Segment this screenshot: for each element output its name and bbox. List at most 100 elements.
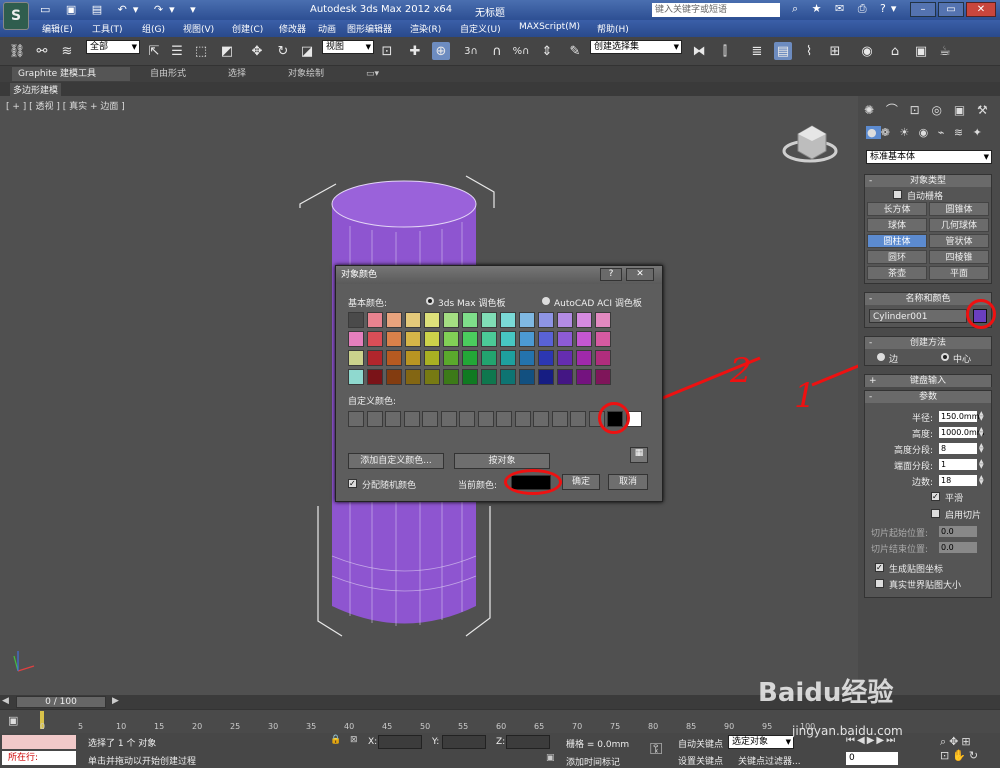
color-swatch[interactable] xyxy=(557,350,573,366)
menu-animation[interactable]: 动画 xyxy=(318,22,336,35)
tab-freeform[interactable]: 自由形式 xyxy=(144,67,192,81)
keyboard-shortcut-icon[interactable]: ⊕ xyxy=(432,42,450,60)
color-swatch[interactable] xyxy=(443,331,459,347)
add-custom-color-button[interactable]: 添加自定义颜色... xyxy=(348,453,444,469)
angle-snap-icon[interactable]: ∩ xyxy=(488,42,506,60)
schematic-view-icon[interactable]: ⊞ xyxy=(826,42,844,60)
color-swatch[interactable] xyxy=(500,369,516,385)
pyramid-button[interactable]: 四棱锥 xyxy=(929,250,989,264)
rendered-frame-icon[interactable]: ▣ xyxy=(912,42,930,60)
render-setup-icon[interactable]: ⌂ xyxy=(886,42,904,60)
teapot-button[interactable]: 茶壶 xyxy=(867,266,927,280)
height-input[interactable]: 1000.0mm xyxy=(939,427,985,438)
menu-maxscript[interactable]: MAXScript(M) xyxy=(519,22,580,32)
color-swatch[interactable] xyxy=(405,331,421,347)
set-key-button[interactable]: 设置关键点 xyxy=(678,754,723,767)
time-prev-icon[interactable]: ◀ xyxy=(2,696,9,706)
infocenter-icons[interactable]: ⌕ ★ ✉ ⎙ ?▾ xyxy=(792,2,901,16)
app-logo-icon[interactable]: S xyxy=(3,2,29,30)
basic-color-grid[interactable] xyxy=(348,312,648,388)
pivot-center-icon[interactable]: ⊡ xyxy=(378,42,396,60)
parameters-header[interactable]: - 参数 xyxy=(865,391,991,403)
radius-input[interactable]: 150.0mm xyxy=(939,411,980,422)
menu-rendering[interactable]: 渲染(R) xyxy=(410,22,441,35)
color-swatch[interactable] xyxy=(481,369,497,385)
object-name-input[interactable]: Cylinder001 xyxy=(869,309,967,323)
minimize-button[interactable]: – xyxy=(910,2,936,17)
keyboard-entry-header[interactable]: + 键盘输入 xyxy=(865,375,991,387)
sides-input[interactable]: 18 xyxy=(939,475,977,486)
radius-spinner[interactable]: ▲ ▼ xyxy=(979,411,985,422)
custom-color-swatch[interactable] xyxy=(514,411,531,427)
color-swatch[interactable] xyxy=(386,331,402,347)
smooth-checkbox[interactable]: ✓ xyxy=(931,492,940,501)
curve-editor-icon[interactable]: ⌇ xyxy=(800,42,818,60)
search-input[interactable]: 键入关键字或短语 xyxy=(652,3,780,17)
time-next-icon[interactable]: ▶ xyxy=(112,696,119,706)
custom-color-swatch[interactable] xyxy=(496,411,512,427)
custom-color-swatch[interactable] xyxy=(348,411,364,427)
render-production-icon[interactable]: ☕ xyxy=(936,42,954,60)
custom-color-swatch[interactable] xyxy=(366,411,383,427)
color-swatch[interactable] xyxy=(519,312,535,328)
sides-spinner[interactable]: ▲ ▼ xyxy=(979,475,985,486)
select-by-name-icon[interactable]: ☰ xyxy=(168,42,186,60)
color-picker-icon[interactable]: ▦ xyxy=(630,447,648,463)
y-coord-input[interactable] xyxy=(442,735,486,749)
color-swatch[interactable] xyxy=(443,312,459,328)
spinner-snap-icon[interactable]: ⇕ xyxy=(538,42,556,60)
gen-mapping-checkbox[interactable]: ✓ xyxy=(875,563,884,572)
maxscript-listener[interactable] xyxy=(2,735,76,749)
menu-views[interactable]: 视图(V) xyxy=(183,22,214,35)
object-type-header[interactable]: - 对象类型 xyxy=(865,175,991,187)
unlink-icon[interactable]: ⚯ xyxy=(33,42,51,60)
color-swatch[interactable] xyxy=(538,331,554,347)
acad-palette-radio[interactable] xyxy=(542,297,550,305)
maxscript-line[interactable]: 所在行: xyxy=(2,751,76,765)
slice-from-input[interactable]: 0.0 xyxy=(939,526,977,537)
color-swatch[interactable] xyxy=(405,350,421,366)
custom-color-swatch[interactable] xyxy=(533,411,549,427)
menu-tools[interactable]: 工具(T) xyxy=(92,22,123,35)
custom-color-swatch[interactable] xyxy=(422,411,438,427)
color-swatch[interactable] xyxy=(424,312,440,328)
color-swatch[interactable] xyxy=(348,369,364,385)
color-swatch[interactable] xyxy=(538,312,554,328)
add-time-tag[interactable]: 添加时间标记 xyxy=(566,755,620,768)
key-icon[interactable]: ⚿ xyxy=(650,739,662,759)
color-swatch[interactable] xyxy=(557,369,573,385)
mirror-icon[interactable]: ⧓ xyxy=(690,42,708,60)
tab-object-paint[interactable]: 对象绘制 xyxy=(282,67,330,81)
color-swatch[interactable] xyxy=(519,350,535,366)
dialog-help-button[interactable]: ? xyxy=(600,268,622,281)
by-object-button[interactable]: 按对象 xyxy=(454,453,550,469)
auto-key-button[interactable]: 自动关键点 xyxy=(678,737,723,750)
custom-color-swatch[interactable] xyxy=(477,411,494,427)
color-swatch[interactable] xyxy=(576,369,592,385)
color-swatch[interactable] xyxy=(462,331,478,347)
autogrid-checkbox[interactable] xyxy=(893,190,902,199)
color-swatch[interactable] xyxy=(443,369,459,385)
color-swatch[interactable] xyxy=(481,331,497,347)
quick-access-icons[interactable]: ▭ ▣ ▤ ↶▾ ↷▾ ▾ xyxy=(40,3,202,16)
category-dropdown[interactable]: 标准基本体 xyxy=(866,150,992,164)
time-slider-thumb[interactable]: 0 / 100 xyxy=(16,696,106,708)
color-swatch[interactable] xyxy=(367,312,383,328)
color-swatch[interactable] xyxy=(367,350,383,366)
color-swatch[interactable] xyxy=(405,369,421,385)
max-palette-radio[interactable] xyxy=(426,297,434,305)
custom-color-swatch[interactable] xyxy=(385,411,401,427)
cap-segments-spinner[interactable]: ▲ ▼ xyxy=(979,459,985,470)
tab-graphite[interactable]: Graphite 建模工具 xyxy=(12,67,130,81)
menu-help[interactable]: 帮助(H) xyxy=(597,22,629,35)
ribbon-subtab-poly-modeling[interactable]: 多边形建模 xyxy=(10,83,62,96)
menu-group[interactable]: 组(G) xyxy=(142,22,165,35)
assign-random-checkbox[interactable]: ✓ xyxy=(348,479,357,488)
key-filters-button[interactable]: 关键点过滤器... xyxy=(738,754,801,767)
color-swatch[interactable] xyxy=(595,312,611,328)
rect-selection-icon[interactable]: ⬚ xyxy=(192,42,210,60)
color-swatch[interactable] xyxy=(519,369,535,385)
lock-icon[interactable]: 🔒 xyxy=(330,735,341,745)
color-swatch[interactable] xyxy=(348,350,364,366)
scale-icon[interactable]: ◪ xyxy=(298,42,316,60)
